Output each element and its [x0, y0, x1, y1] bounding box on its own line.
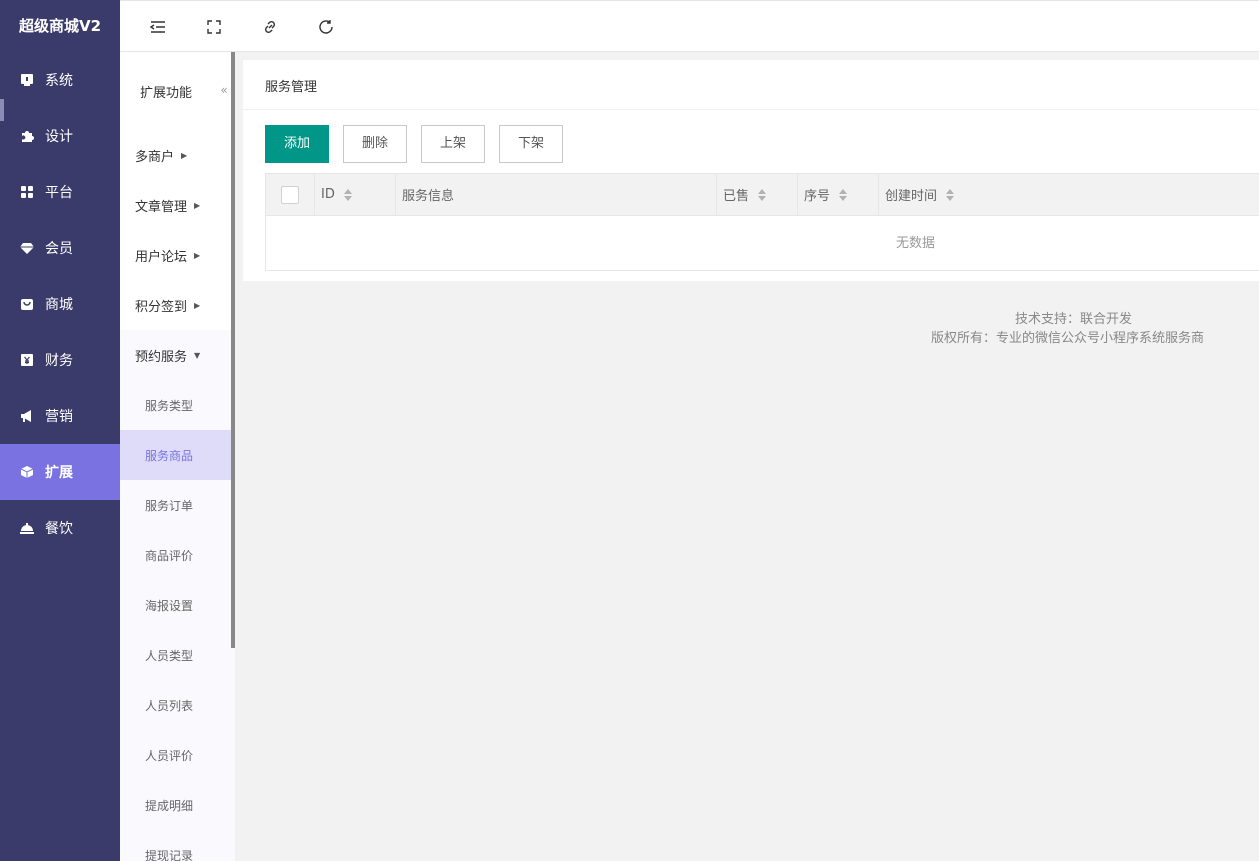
delete-button[interactable]: 删除: [343, 125, 408, 163]
select-all-cell: [266, 174, 315, 215]
sidebar-item-mall[interactable]: 商城: [0, 276, 120, 332]
column-label: 序号: [804, 189, 831, 204]
subnav-group-forum[interactable]: 用户论坛 ▶: [120, 230, 235, 280]
subnav-item-staff-type[interactable]: 人员类型: [120, 630, 235, 680]
sidebar-item-label: 餐饮: [45, 521, 73, 537]
page-title: 服务管理: [243, 60, 1259, 110]
caret-right-icon: ▶: [194, 200, 201, 210]
secondary-sidebar: 扩展功能 « 多商户 ▶ 文章管理 ▶ 用户论坛 ▶ 积分签到 ▶ 预约服务 ▼…: [120, 52, 235, 861]
service-management-card: 服务管理 添加 删除 上架 下架 ID 服务信息 已售 序号 创建时间 无数据: [243, 60, 1259, 281]
subnav-group-points[interactable]: 积分签到 ▶: [120, 280, 235, 330]
store-icon: [20, 73, 34, 87]
sidebar-item-finance[interactable]: 财务: [0, 332, 120, 388]
subnav-item-service-orders[interactable]: 服务订单: [120, 480, 235, 530]
cloche-icon: [20, 521, 34, 535]
sidebar-item-member[interactable]: 会员: [0, 220, 120, 276]
sidebar-item-label: 营销: [45, 409, 73, 425]
sidebar-item-label: 平台: [45, 185, 73, 201]
sort-icon[interactable]: [946, 188, 955, 201]
subnav-item-withdraw-records[interactable]: 提现记录: [120, 830, 235, 861]
sidebar-item-catering[interactable]: 餐饮: [0, 500, 120, 556]
footer-copyright: 版权所有：专业的微信公众号小程序系统服务商: [931, 331, 1205, 346]
group-label: 预约服务: [135, 349, 188, 365]
sort-icon[interactable]: [758, 188, 767, 201]
column-sold[interactable]: 已售: [717, 174, 798, 215]
caret-right-icon: ▶: [181, 150, 188, 160]
off-shelf-button[interactable]: 下架: [499, 125, 564, 163]
sort-icon[interactable]: [839, 188, 848, 201]
top-toolbar: [120, 0, 1259, 52]
megaphone-icon: [20, 409, 34, 423]
subnav-item-staff-review[interactable]: 人员评价: [120, 730, 235, 780]
sidebar-item-label: 财务: [45, 353, 73, 369]
grid-icon: [20, 185, 34, 199]
sidebar-item-marketing[interactable]: 营销: [0, 388, 120, 444]
puzzle-icon: [20, 129, 34, 143]
yen-icon: [20, 353, 34, 367]
subnav-group-booking[interactable]: 预约服务 ▼: [120, 330, 235, 380]
column-label: 已售: [723, 189, 750, 204]
subnav-item-service-type[interactable]: 服务类型: [120, 380, 235, 430]
group-label: 文章管理: [135, 199, 188, 215]
on-shelf-button[interactable]: 上架: [421, 125, 486, 163]
caret-right-icon: ▶: [194, 250, 201, 260]
subnav-title: 扩展功能: [140, 85, 193, 101]
subnav-group-articles[interactable]: 文章管理 ▶: [120, 180, 235, 230]
fullscreen-icon[interactable]: [205, 18, 223, 36]
subnav-header: 扩展功能 «: [120, 52, 235, 130]
cube-icon: [20, 465, 34, 479]
main-sidebar: 超级商城V2 系统 设计 平台 会员 商城 财务 营销 扩展 餐饮: [0, 0, 120, 861]
sidebar-item-extension[interactable]: 扩展: [0, 444, 120, 500]
app-root: 超级商城V2 系统 设计 平台 会员 商城 财务 营销 扩展 餐饮 扩展功能 «…: [0, 0, 1259, 861]
column-created-time[interactable]: 创建时间: [879, 174, 1259, 215]
column-sequence[interactable]: 序号: [798, 174, 879, 215]
subnav-item-poster-settings[interactable]: 海报设置: [120, 580, 235, 630]
subnav-item-staff-list[interactable]: 人员列表: [120, 680, 235, 730]
add-button[interactable]: 添加: [265, 125, 330, 163]
column-label: ID: [321, 187, 335, 202]
sidebar-item-label: 商城: [45, 297, 73, 313]
collapse-icon[interactable]: «: [217, 80, 231, 100]
group-label: 用户论坛: [135, 249, 188, 265]
sidebar-item-system[interactable]: 系统: [0, 52, 120, 108]
refresh-icon[interactable]: [317, 18, 335, 36]
column-label: 创建时间: [885, 189, 938, 204]
subnav-item-goods-review[interactable]: 商品评价: [120, 530, 235, 580]
bag-icon: [20, 297, 34, 311]
group-label: 积分签到: [135, 299, 188, 315]
column-id[interactable]: ID: [315, 174, 396, 215]
caret-right-icon: ▶: [194, 300, 201, 310]
footer-support: 技术支持：联合开发: [1015, 312, 1133, 327]
subnav-scrollbar[interactable]: [231, 52, 235, 648]
menu-fold-icon[interactable]: [149, 18, 167, 36]
table-header: ID 服务信息 已售 序号 创建时间: [266, 174, 1259, 216]
action-buttons: 添加 删除 上架 下架: [265, 125, 577, 163]
subnav-group-multi-merchant[interactable]: 多商户 ▶: [120, 130, 235, 180]
sidebar-item-label: 系统: [45, 73, 73, 89]
sidebar-item-label: 扩展: [45, 465, 73, 481]
link-icon[interactable]: [261, 18, 279, 36]
subnav-item-service-goods[interactable]: 服务商品: [120, 430, 235, 480]
sort-icon[interactable]: [343, 188, 353, 201]
table-empty-message: 无数据: [896, 236, 936, 251]
column-service-info: 服务信息: [396, 174, 717, 215]
group-label: 多商户: [135, 149, 175, 165]
sidebar-item-design[interactable]: 设计: [0, 108, 120, 164]
sidebar-item-label: 会员: [45, 241, 73, 257]
subnav-item-commission[interactable]: 提成明细: [120, 780, 235, 830]
select-all-checkbox[interactable]: [281, 185, 299, 204]
caret-down-icon: ▼: [194, 350, 201, 360]
brand-title: 超级商城V2: [18, 17, 102, 35]
sidebar-item-label: 设计: [45, 129, 73, 145]
service-table: ID 服务信息 已售 序号 创建时间 无数据: [265, 173, 1259, 271]
column-label: 服务信息: [402, 189, 455, 204]
diamond-icon: [20, 241, 34, 255]
sidebar-item-platform[interactable]: 平台: [0, 164, 120, 220]
